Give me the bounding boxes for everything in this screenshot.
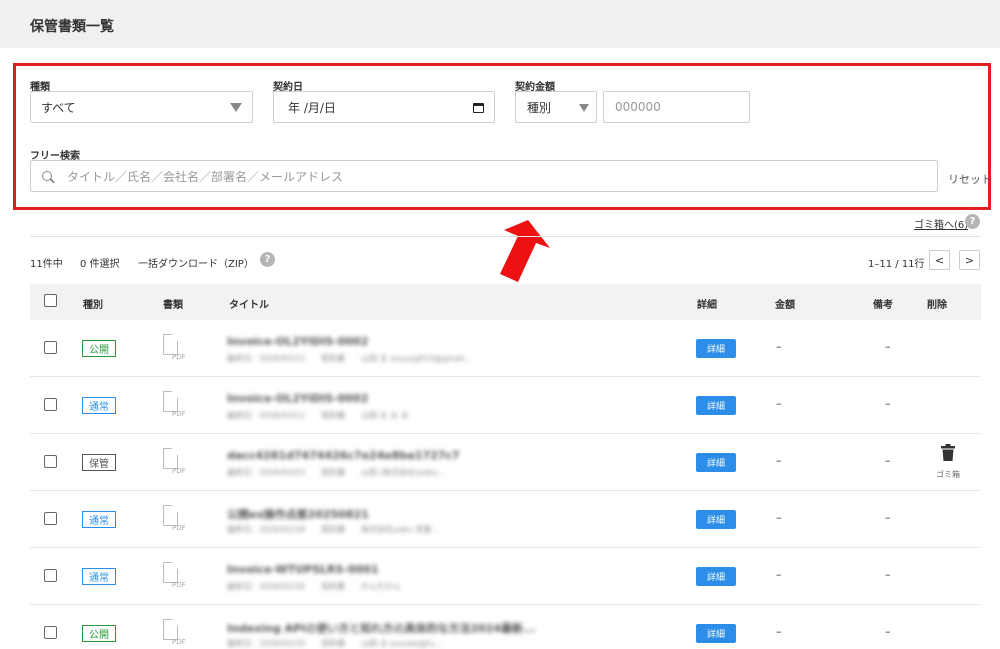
page-range: 1–11 / 11行 bbox=[868, 259, 925, 270]
table-row: 保管 PDF dacc4281d7474426c7e24e8ba1727c7 最終日：… bbox=[30, 434, 981, 491]
chevron-down-icon bbox=[230, 103, 242, 112]
date-input-value: 年 /月/日 bbox=[288, 100, 336, 115]
table-row: 公開 PDF Indexing APIの使い方と知れ方の具体的な方法2024最新..… bbox=[30, 605, 981, 649]
help-icon[interactable]: ? bbox=[965, 214, 980, 229]
total-count: 11件中 bbox=[30, 259, 63, 270]
row-checkbox[interactable] bbox=[44, 455, 57, 468]
row-meta: 最終日：2026/02/20 契約書 山田 太 yusuke@tu... bbox=[227, 639, 443, 648]
annotation-arrow-icon bbox=[500, 220, 550, 282]
kind-select-value: すべて bbox=[41, 100, 76, 115]
next-page-button[interactable]: > bbox=[959, 250, 980, 270]
search-input[interactable]: タイトル／氏名／会社名／部署名／メールアドレス bbox=[30, 160, 938, 192]
page-title: 保管書類一覧 bbox=[30, 19, 114, 35]
col-kind: 種別 bbox=[83, 300, 103, 311]
trash-link[interactable]: ゴミ箱へ(6) bbox=[914, 216, 968, 231]
amount-input[interactable]: 000000 bbox=[603, 91, 750, 123]
amount-cell: – bbox=[776, 397, 782, 410]
pdf-file-icon[interactable]: PDF bbox=[163, 334, 187, 364]
col-amount: 金額 bbox=[775, 300, 795, 311]
row-checkbox[interactable] bbox=[44, 341, 57, 354]
amount-cell: – bbox=[776, 454, 782, 467]
detail-button[interactable]: 詳細 bbox=[696, 453, 736, 472]
amount-placeholder: 000000 bbox=[615, 100, 661, 114]
contract-date-input[interactable]: 年 /月/日 bbox=[273, 91, 495, 123]
col-delete: 削除 bbox=[927, 300, 947, 311]
note-cell: – bbox=[885, 397, 891, 410]
amount-type-value: 種別 bbox=[527, 100, 552, 115]
divider bbox=[30, 236, 981, 237]
chevron-down-icon bbox=[579, 104, 589, 112]
pdf-file-icon[interactable]: PDF bbox=[163, 562, 187, 592]
row-checkbox[interactable] bbox=[44, 626, 57, 639]
table-row: 通常 PDF Invoice-OL2YIDIS-0002 最終日：2026/03/12… bbox=[30, 377, 981, 434]
col-note: 備考 bbox=[873, 300, 893, 311]
col-title: タイトル bbox=[229, 300, 269, 311]
table-row: 通常 PDF 公開ex操作点差20250821 最終日：2026/02/28 契約書 … bbox=[30, 491, 981, 548]
table-row: 通常 PDF Invoice-WTUPSLRS-0001 最終日：2026/02/26… bbox=[30, 548, 981, 605]
kind-tag: 公開 bbox=[82, 340, 116, 357]
select-all-checkbox[interactable] bbox=[44, 294, 57, 307]
pdf-file-icon[interactable]: PDF bbox=[163, 505, 187, 535]
row-title[interactable]: 公開ex操作点差20250821 bbox=[227, 506, 369, 522]
kind-tag: 通常 bbox=[82, 397, 116, 414]
kind-tag: 通常 bbox=[82, 511, 116, 528]
prev-page-button[interactable]: < bbox=[929, 250, 950, 270]
search-placeholder: タイトル／氏名／会社名／部署名／メールアドレス bbox=[67, 169, 344, 184]
help-icon[interactable]: ? bbox=[260, 252, 275, 267]
row-checkbox[interactable] bbox=[44, 569, 57, 582]
detail-button[interactable]: 詳細 bbox=[696, 339, 736, 358]
note-cell: – bbox=[885, 511, 891, 524]
pdf-file-icon[interactable]: PDF bbox=[163, 619, 187, 649]
detail-button[interactable]: 詳細 bbox=[696, 624, 736, 643]
amount-type-select[interactable]: 種別 bbox=[515, 91, 597, 123]
row-title[interactable]: dacc4281d7474426c7e24e8ba1727c7 bbox=[227, 449, 460, 462]
row-meta: 最終日：2026/03/12 契約書 山田 太 太 太 bbox=[227, 411, 409, 420]
amount-cell: – bbox=[776, 568, 782, 581]
kind-tag: 公開 bbox=[82, 625, 116, 642]
detail-button[interactable]: 詳細 bbox=[696, 510, 736, 529]
row-title[interactable]: Indexing APIの使い方と知れ方の具体的な方法2024最新... bbox=[227, 620, 535, 636]
amount-cell: – bbox=[776, 625, 782, 638]
page-header: 保管書類一覧 bbox=[0, 0, 1000, 48]
row-meta: 最終日：2026/03/12 契約書 山田 太 xxyyyg014@gmail.… bbox=[227, 354, 473, 363]
col-doc: 書類 bbox=[163, 300, 183, 311]
row-title[interactable]: Invoice-OL2YIDIS-0002 bbox=[227, 392, 368, 405]
trash-icon[interactable] bbox=[941, 444, 955, 461]
kind-tag: 保管 bbox=[82, 454, 116, 471]
pdf-file-icon[interactable]: PDF bbox=[163, 391, 187, 421]
kind-tag: 通常 bbox=[82, 568, 116, 585]
pdf-file-icon[interactable]: PDF bbox=[163, 448, 187, 478]
row-meta: 最終日：2026/02/26 契約書 かんだかん bbox=[227, 582, 402, 591]
selected-count: 0 件選択 bbox=[80, 259, 120, 270]
col-detail: 詳細 bbox=[697, 300, 717, 311]
calendar-icon[interactable] bbox=[473, 103, 484, 113]
table-row: 公開 PDF Invoice-OL2YIDIS-0002 最終日：2026/03/12… bbox=[30, 320, 981, 377]
row-meta: 最終日：2026/03/03 契約書 山田 (株式会社)yabu... bbox=[227, 468, 446, 477]
reset-button[interactable]: リセット bbox=[948, 171, 992, 187]
row-meta: 最終日：2026/02/28 契約書 株式会社yabu 営業... bbox=[227, 525, 440, 534]
detail-button[interactable]: 詳細 bbox=[696, 567, 736, 586]
note-cell: – bbox=[885, 454, 891, 467]
row-checkbox[interactable] bbox=[44, 512, 57, 525]
amount-cell: – bbox=[776, 340, 782, 353]
trash-label[interactable]: ゴミ箱 bbox=[936, 469, 960, 480]
amount-cell: – bbox=[776, 511, 782, 524]
note-cell: – bbox=[885, 340, 891, 353]
note-cell: – bbox=[885, 625, 891, 638]
detail-button[interactable]: 詳細 bbox=[696, 396, 736, 415]
row-title[interactable]: Invoice-WTUPSLRS-0001 bbox=[227, 563, 379, 576]
search-icon bbox=[42, 171, 52, 181]
bulk-download-button[interactable]: 一括ダウンロード（ZIP） bbox=[138, 255, 254, 270]
row-checkbox[interactable] bbox=[44, 398, 57, 411]
note-cell: – bbox=[885, 568, 891, 581]
kind-select[interactable]: すべて bbox=[30, 91, 253, 123]
row-title[interactable]: Invoice-OL2YIDIS-0002 bbox=[227, 335, 368, 348]
